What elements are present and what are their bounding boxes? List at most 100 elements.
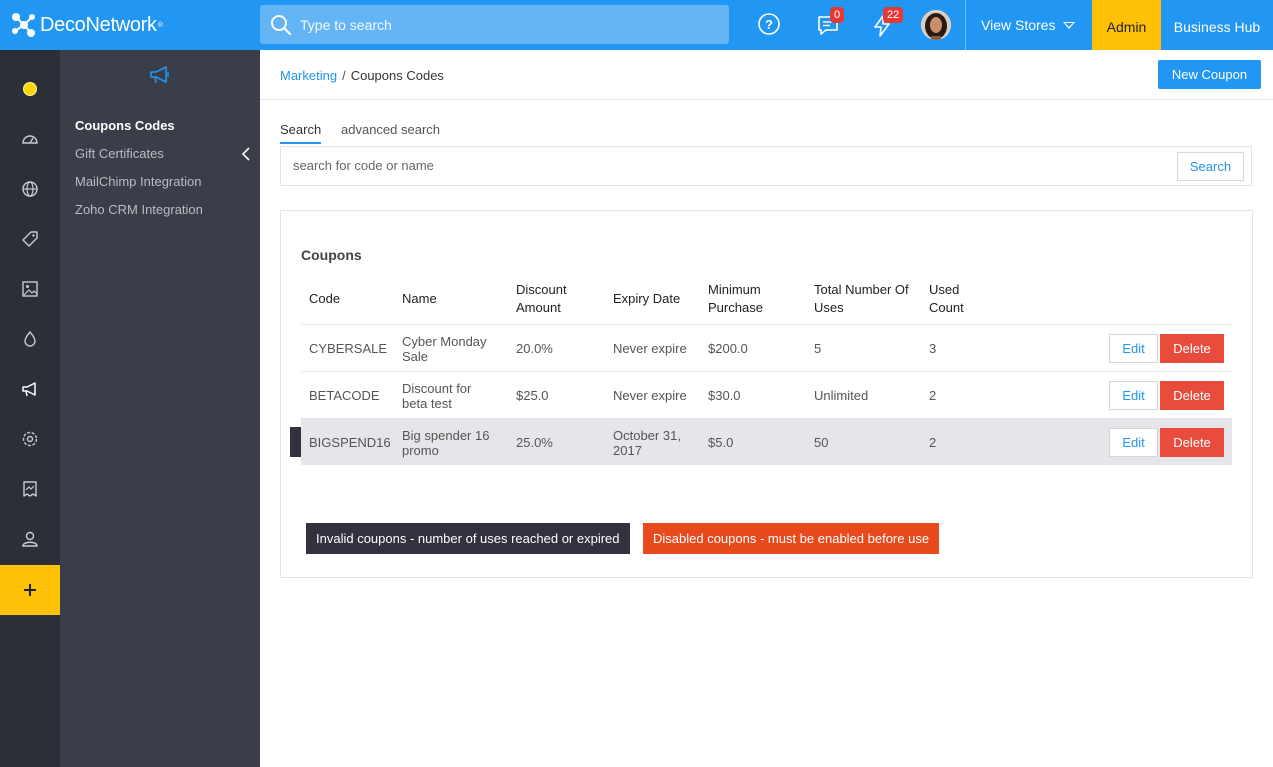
subnav-item-mailchimp[interactable]: MailChimp Integration (75, 174, 201, 189)
image-icon (22, 281, 38, 297)
cell-name: Cyber Monday Sale (402, 334, 487, 364)
cell-used-count: 2 (929, 388, 937, 403)
cell-total-uses: 50 (814, 435, 829, 450)
breadcrumb: Marketing / Coupons Codes (280, 68, 444, 83)
globe-icon (22, 181, 38, 197)
status-dot-icon (23, 82, 37, 96)
cell-min-purchase: $30.0 (708, 388, 741, 403)
cell-expiry: Never expire (613, 388, 687, 403)
row-status-marker (290, 427, 301, 457)
breadcrumb-separator: / (342, 68, 346, 83)
svg-text:?: ? (765, 17, 773, 32)
cell-discount: 20.0% (516, 341, 553, 356)
subnav-item-coupons-codes[interactable]: Coupons Codes (75, 118, 175, 133)
cell-code: BIGSPEND16 (309, 435, 391, 450)
user-icon (22, 531, 38, 547)
chevron-down-icon (1063, 21, 1076, 29)
subnav-item-zoho-crm[interactable]: Zoho CRM Integration (75, 202, 203, 217)
search-button[interactable]: Search (1177, 152, 1244, 181)
subnav-item-gift-certificates[interactable]: Gift Certificates (75, 146, 164, 161)
rail-settings[interactable] (0, 414, 60, 464)
rail-websites[interactable] (0, 164, 60, 214)
cell-expiry: Never expire (613, 341, 687, 356)
cell-min-purchase: $5.0 (708, 435, 734, 450)
help-icon[interactable]: ? (757, 12, 781, 36)
coupon-search-input[interactable] (293, 158, 993, 173)
header-line: Minimum (708, 282, 761, 297)
header-minimum-purchase: Minimum Purchase (708, 281, 763, 317)
rail-users[interactable] (0, 514, 60, 564)
cell-line: Big spender 16 (402, 428, 490, 443)
cell-name: Discount for beta test (402, 381, 471, 411)
header-total-uses: Total Number Of Uses (814, 281, 909, 317)
cell-line: 2017 (613, 443, 642, 458)
messages-count-badge: 0 (830, 7, 845, 23)
header-code: Code (309, 291, 341, 306)
rail-reports[interactable] (0, 464, 60, 514)
cell-min-purchase: $200.0 (708, 341, 748, 356)
header-name: Name (402, 291, 437, 306)
rail-products[interactable] (0, 214, 60, 264)
user-avatar[interactable] (921, 10, 951, 40)
global-search-input[interactable] (300, 16, 700, 33)
settings-icon (22, 431, 38, 447)
rail-media[interactable] (0, 264, 60, 314)
dashboard-icon (22, 135, 38, 144)
header-line: Count (929, 300, 964, 315)
tab-search[interactable]: Search (280, 122, 322, 144)
header-line: Amount (516, 300, 561, 315)
header-line: Used (929, 282, 960, 297)
breadcrumb-current: Coupons Codes (350, 68, 444, 83)
header-discount-amount: Discount Amount (516, 281, 567, 317)
cell-discount: $25.0 (516, 388, 549, 403)
global-search (260, 5, 729, 44)
rail-dashboard[interactable] (0, 114, 60, 164)
table-row: BIGSPEND16 Big spender 16 promo 25.0% Oc… (290, 418, 1232, 465)
cell-name: Big spender 16 promo (402, 428, 489, 458)
header-line: Total Number Of (814, 282, 909, 297)
admin-button[interactable]: Admin (1092, 0, 1161, 50)
megaphone-icon (150, 66, 169, 84)
cell-line: Sale (402, 349, 429, 364)
delete-button[interactable]: Delete (1160, 428, 1224, 457)
avatar-image (921, 10, 951, 40)
rail-design[interactable] (0, 314, 60, 364)
brand-registered-mark: ® (157, 21, 163, 29)
coupon-search-bar: Search (280, 146, 1252, 186)
brand-logo[interactable]: DecoNetwork ® (10, 11, 163, 39)
rail-status[interactable] (0, 64, 60, 114)
report-icon (23, 481, 37, 497)
cell-code: BETACODE (309, 388, 380, 403)
add-button[interactable] (0, 565, 60, 615)
cell-line: promo (402, 443, 439, 458)
chevron-left-icon[interactable] (240, 147, 252, 161)
rail-marketing[interactable] (0, 364, 60, 414)
edit-button[interactable]: Edit (1109, 381, 1158, 410)
tab-advanced-search[interactable]: advanced search (341, 122, 440, 137)
main-content: Marketing / Coupons Codes New Coupon Searc… (260, 50, 1273, 767)
cell-total-uses: Unlimited (814, 388, 869, 403)
delete-button[interactable]: Delete (1160, 381, 1224, 410)
breadcrumb-bar: Marketing / Coupons Codes New Coupon (260, 50, 1273, 100)
delete-button[interactable]: Delete (1160, 334, 1224, 363)
drop-icon (24, 330, 36, 347)
view-stores-dropdown[interactable]: View Stores (966, 0, 1092, 50)
cell-used-count: 3 (929, 341, 937, 356)
cell-discount: 25.0% (516, 435, 553, 450)
business-hub-button[interactable]: Business Hub (1161, 0, 1273, 50)
header-line: Uses (814, 300, 844, 315)
edit-button[interactable]: Edit (1109, 428, 1158, 457)
new-coupon-button[interactable]: New Coupon (1158, 60, 1261, 89)
tag-icon (22, 231, 38, 247)
edit-button[interactable]: Edit (1109, 334, 1158, 363)
header-used-count: Used Count (929, 281, 964, 317)
deco-logo-icon (12, 13, 35, 37)
breadcrumb-marketing-link[interactable]: Marketing (280, 68, 337, 83)
cell-line: October 31, (613, 428, 681, 443)
coupons-title: Coupons (301, 247, 362, 263)
header-line: Purchase (708, 300, 763, 315)
view-stores-label: View Stores (981, 17, 1056, 33)
icon-rail (0, 50, 60, 767)
legend-disabled-coupons: Disabled coupons - must be enabled befor… (643, 523, 940, 554)
marketing-subnav: Coupons Codes Gift Certificates MailChim… (60, 50, 260, 767)
